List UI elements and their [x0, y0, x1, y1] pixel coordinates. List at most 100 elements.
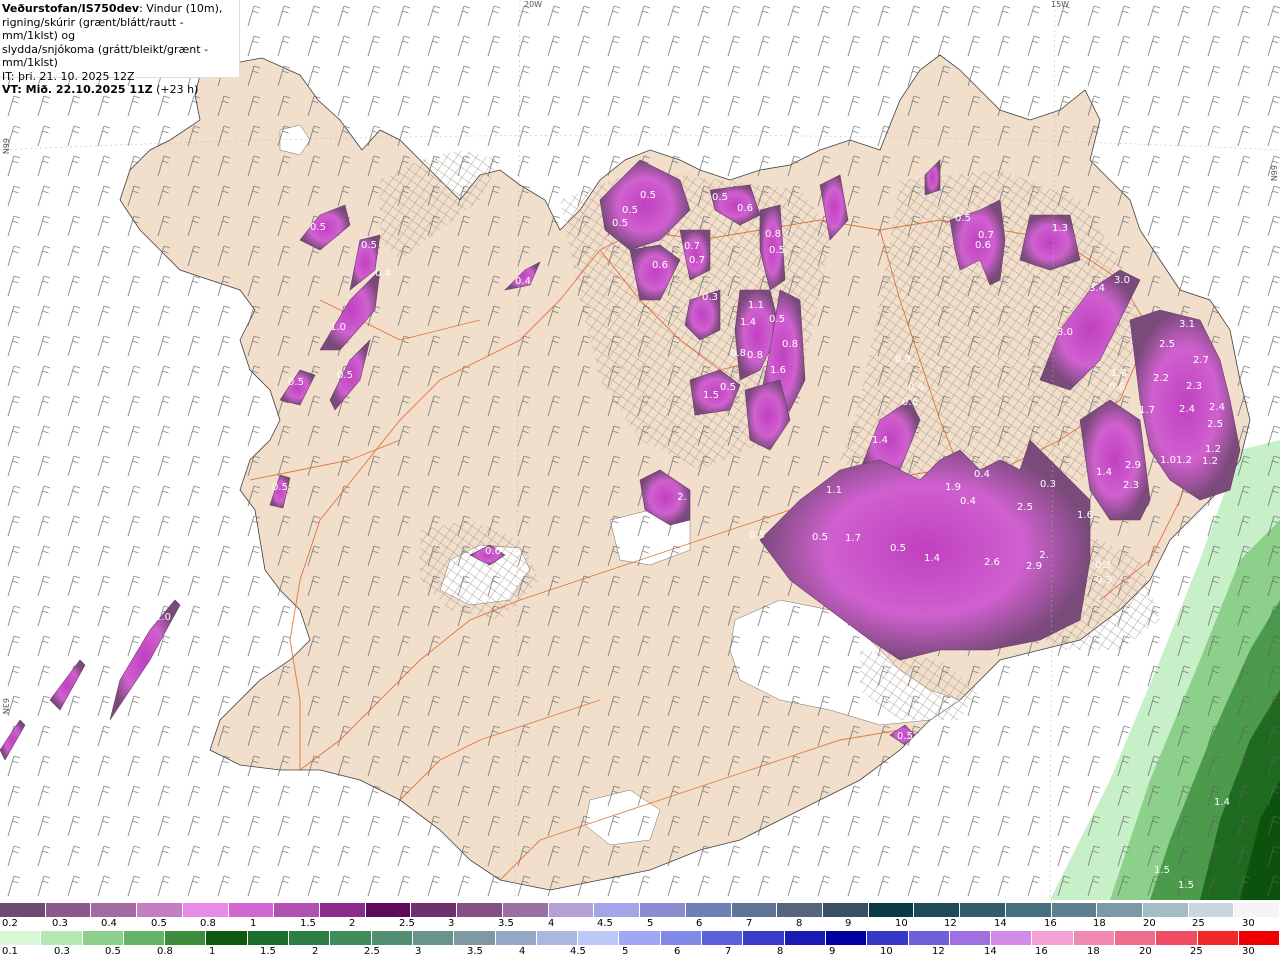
- precip-value-label: 0.7: [689, 255, 705, 266]
- legend-swatch: [1156, 931, 1198, 945]
- precip-value-label: 0.4: [515, 276, 531, 287]
- legend-swatch: [206, 931, 248, 945]
- legend-label: 2: [312, 946, 319, 957]
- legend-swatch: [137, 903, 183, 917]
- init-time: IT: þri. 21. 10. 2025 12Z: [2, 69, 135, 83]
- precip-value-label: 0.5: [769, 314, 785, 325]
- precip-value-label: 0.4: [974, 469, 990, 480]
- legend-label: 5: [647, 918, 654, 929]
- legend-swatch: [578, 931, 620, 945]
- legend-swatch: [371, 931, 413, 945]
- precip-value-label: 0.6: [652, 260, 668, 271]
- legend-swatch: [1097, 903, 1143, 917]
- legend-label: 1.5: [300, 918, 316, 929]
- legend-swatch: [960, 903, 1006, 917]
- precip-value-label: 2.9: [1125, 460, 1141, 471]
- precip-value-label: 0.5: [612, 218, 628, 229]
- weather-map: 0.5 0.5 0.4 1.0 0.5 0.5 0.5 0.4 0.5 0.5 0.5 0.5 0.6 0…: [0, 0, 1280, 900]
- legend-swatch: [123, 931, 166, 945]
- valid-time: VT: Mið. 22.10.2025 11Z: [2, 83, 153, 96]
- legend-swatch: [274, 903, 321, 917]
- precip-value-label: 1.1: [826, 485, 842, 496]
- legend-swatch: [289, 931, 331, 945]
- legend-swatch: [777, 903, 823, 917]
- legend-label: 7: [746, 918, 753, 929]
- legend-swatch: [165, 931, 207, 945]
- legend-label: 1.5: [260, 946, 276, 957]
- info-line-valid: VT: Mið. 22.10.2025 11Z (+23 h): [2, 83, 239, 97]
- precip-value-label: 1.0: [155, 612, 171, 623]
- legend-label: 3: [448, 918, 455, 929]
- legend-label: 0.8: [200, 918, 216, 929]
- precip-value-label: 3.4: [1089, 283, 1105, 294]
- precip-value-label: 2.3: [1123, 480, 1139, 491]
- legend-swatch: [330, 931, 372, 945]
- legend-label: 0.8: [157, 946, 173, 957]
- legend-swatch: [991, 931, 1033, 945]
- precip-value-label: 2.5: [1017, 502, 1033, 513]
- precip-value-label: 1.0: [1160, 455, 1176, 466]
- precip-value-label: 0.5: [272, 482, 288, 493]
- precip-value-label: 1.5: [1154, 865, 1170, 876]
- precip-value-label: 0.5: [955, 213, 971, 224]
- legend-label: 18: [1093, 918, 1106, 929]
- legend-swatch: [743, 931, 785, 945]
- precip-value-label: 2.5: [1159, 339, 1175, 350]
- legend-swatch: [228, 903, 275, 917]
- legend-swatch: [914, 903, 961, 917]
- precip-value-label: 0.5: [337, 370, 353, 381]
- legend-swatch: [908, 931, 950, 945]
- legend-swatch: [702, 931, 744, 945]
- legend-label: 4.5: [597, 918, 613, 929]
- precip-value-label: 1.5: [703, 390, 719, 401]
- precip-value-label: 0.4: [960, 496, 976, 507]
- legend-swatch: [0, 903, 46, 917]
- precip-value-label: 0.4: [375, 268, 391, 279]
- legend-swatch: [640, 903, 686, 917]
- legend-label: 2.5: [364, 946, 380, 957]
- legend-swatch: [548, 903, 595, 917]
- precip-value-label: 0.8: [782, 339, 798, 350]
- legend-label: 12: [932, 946, 945, 957]
- legend-swatch: [91, 903, 138, 917]
- legend-swatch: [822, 903, 869, 917]
- precip-value-label: 1.5: [1178, 880, 1194, 891]
- precip-value-label: 0.3: [1096, 575, 1112, 586]
- precip-value-label: 0.5: [288, 377, 304, 388]
- legend-label: 30: [1242, 918, 1255, 929]
- legend-label: 0.5: [151, 918, 167, 929]
- precip-value-label: 2.9: [1026, 561, 1042, 572]
- legend-swatch: [536, 931, 579, 945]
- legend-label: 4.5: [570, 946, 586, 957]
- precip-value-label: 0.7: [684, 241, 700, 252]
- precip-value-label: 3.1: [1179, 319, 1195, 330]
- precip-value-label: 1.6: [1111, 368, 1127, 379]
- legend-swatch: [0, 931, 42, 945]
- precip-value-label: 0.8: [730, 348, 746, 359]
- precip-value-label: 0.5: [769, 245, 785, 256]
- precip-value-label: 0.6: [975, 240, 991, 251]
- precip-value-label: 0.5: [720, 382, 736, 393]
- precip-value-label: 1.1: [748, 300, 764, 311]
- precip-value-label: 2.: [1039, 550, 1049, 561]
- legend-label: 25: [1192, 918, 1205, 929]
- precip-value-label: 1.4: [872, 435, 888, 446]
- legend-label: 5: [622, 946, 629, 957]
- precip-value-label: 0.5: [749, 530, 765, 541]
- precip-value-label: 0.5: [712, 192, 728, 203]
- legend-swatch: [784, 931, 826, 945]
- legend-label: 10: [895, 918, 908, 929]
- precip-value-label: 3.0: [1114, 275, 1130, 286]
- legend-label: 16: [1035, 946, 1048, 957]
- precip-value-label: 1.4: [924, 553, 940, 564]
- precip-value-label: 0.3: [702, 292, 718, 303]
- legend-swatch: [412, 931, 455, 945]
- legend-label: 20: [1139, 946, 1152, 957]
- legend-label: 14: [984, 946, 997, 957]
- precip-value-label: 0.3: [895, 354, 911, 365]
- source-label: Veðurstofan/IS750dev: [2, 2, 140, 15]
- legend-swatch: [868, 903, 915, 917]
- precip-value-label: 1.9: [945, 482, 961, 493]
- latitude-label-66n-right: 66N: [1269, 165, 1278, 182]
- longitude-label-15w: 15W: [1051, 0, 1070, 9]
